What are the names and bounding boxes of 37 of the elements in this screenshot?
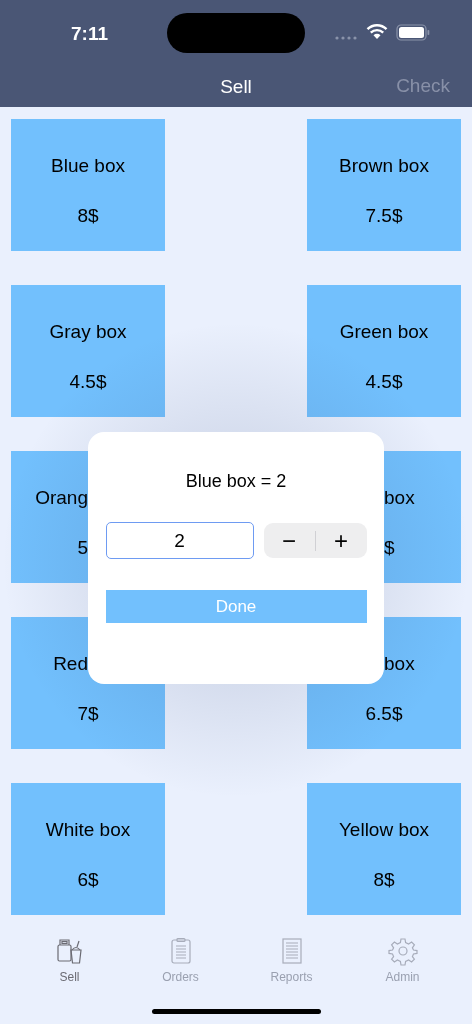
product-name: White box [45, 818, 131, 842]
product-name: box [384, 486, 415, 510]
product-price: 6.5$ [365, 701, 403, 726]
product-name: Orang [35, 486, 88, 510]
product-price: $ [384, 535, 395, 560]
product-tile[interactable]: Gray box 4.5$ [11, 285, 165, 417]
increment-button[interactable]: + [315, 523, 367, 558]
product-name: Green box [339, 320, 429, 344]
tab-item[interactable]: Sell [29, 937, 110, 986]
page-title: Sell [219, 75, 253, 99]
product-price: 8$ [373, 867, 395, 892]
product-price: 8$ [77, 203, 99, 228]
gear-icon [387, 937, 418, 966]
dialog-title: Blue box = 2 [185, 470, 287, 493]
product-price: 7.5$ [365, 203, 403, 228]
product-name: Yellow box [338, 818, 430, 842]
product-price: 5 [77, 535, 88, 560]
product-name: Brown box [339, 154, 429, 178]
battery-icon [396, 24, 430, 41]
product-name: box [384, 652, 415, 676]
product-name: Blue box [51, 154, 125, 178]
product-name: Red [53, 652, 88, 676]
bag-and-cup-icon [54, 937, 85, 966]
signal-icon [335, 36, 359, 40]
wifi-icon [366, 24, 388, 40]
product-tile[interactable]: Yellow box 8$ [307, 783, 461, 915]
product-name: Gray box [49, 320, 127, 344]
product-price: 7$ [77, 701, 99, 726]
product-tile[interactable]: Blue box 8$ [11, 119, 165, 251]
quantity-field[interactable]: 2 [105, 522, 254, 559]
product-tile[interactable]: Brown box 7.5$ [307, 119, 461, 251]
product-price: 6$ [77, 867, 99, 892]
status-time: 7:11 [71, 22, 108, 46]
product-price: 4.5$ [69, 369, 107, 394]
product-tile[interactable]: Green box 4.5$ [307, 285, 461, 417]
product-tile[interactable]: White box 6$ [11, 783, 165, 915]
product-price: 4.5$ [365, 369, 403, 394]
